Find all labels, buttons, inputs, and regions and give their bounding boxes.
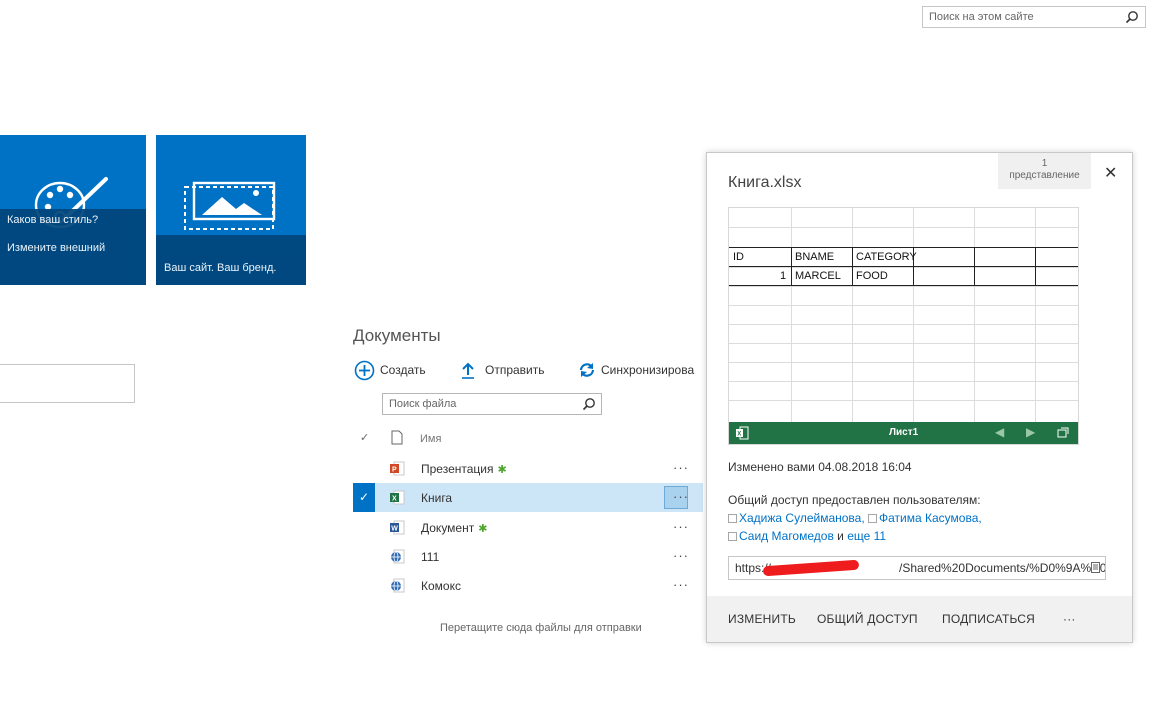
svg-text:X: X bbox=[737, 432, 741, 438]
tile-caption: Ваш сайт. Ваш бренд. bbox=[156, 235, 306, 285]
spreadsheet-grid bbox=[729, 208, 1078, 424]
tile-change-look[interactable]: Каков ваш стиль? Измените внешний bbox=[0, 135, 146, 285]
create-label: Создать bbox=[380, 363, 426, 377]
callout-file-name[interactable]: Книга.xlsx bbox=[728, 174, 801, 192]
file-callout: Книга.xlsx 1 представление ✕ ID BNAME CA… bbox=[706, 152, 1133, 643]
cell-header: ID bbox=[733, 251, 744, 263]
cell-header: CATEGORY bbox=[856, 251, 917, 263]
tile-brand[interactable]: Ваш сайт. Ваш бренд. bbox=[156, 135, 306, 285]
create-button[interactable]: Создать bbox=[354, 360, 426, 380]
search-icon[interactable] bbox=[1125, 10, 1139, 24]
cell-value: FOOD bbox=[856, 270, 888, 282]
file-menu-button[interactable]: ··· bbox=[673, 548, 689, 563]
shared-user[interactable]: Хадижа Сулейманова, bbox=[739, 511, 865, 525]
sheet-tab[interactable]: Лист1 bbox=[889, 427, 918, 438]
upload-button[interactable]: Отправить bbox=[460, 360, 545, 380]
callout-actions: ИЗМЕНИТЬ ОБЩИЙ ДОСТУП ПОДПИСАТЬСЯ ··· bbox=[707, 596, 1132, 642]
excel-file-icon: X bbox=[390, 490, 405, 505]
sheet-prev-icon[interactable]: ◀ bbox=[995, 425, 1004, 439]
file-name[interactable]: Презентация bbox=[421, 462, 494, 476]
cell-header: BNAME bbox=[795, 251, 835, 263]
redaction-mark bbox=[762, 559, 860, 577]
sync-icon bbox=[579, 363, 595, 377]
and-text: и bbox=[837, 529, 844, 543]
site-search-box[interactable] bbox=[922, 6, 1146, 28]
tile-line1: Каков ваш стиль? bbox=[7, 214, 99, 226]
file-name[interactable]: 111 bbox=[421, 550, 439, 564]
list-item-selected[interactable]: ✓ X Книга ··· bbox=[353, 483, 703, 512]
svg-text:P: P bbox=[392, 467, 397, 474]
upload-arrow-icon bbox=[462, 362, 474, 379]
close-icon[interactable]: ✕ bbox=[1104, 163, 1117, 183]
open-fullscreen-icon[interactable] bbox=[1057, 427, 1069, 438]
sheet-next-icon[interactable]: ▶ bbox=[1026, 425, 1035, 439]
sheet-tab-bar: X Лист1 ◀ ▶ bbox=[729, 422, 1078, 444]
document-type-icon bbox=[391, 430, 403, 445]
share-action[interactable]: ОБЩИЙ ДОСТУП bbox=[817, 612, 918, 626]
cell-value: MARCEL bbox=[795, 270, 841, 282]
link-file-icon bbox=[391, 578, 405, 593]
presence-icon bbox=[728, 532, 737, 541]
list-item[interactable]: Комокс ··· bbox=[353, 571, 703, 600]
shared-user[interactable]: Саид Магомедов bbox=[739, 529, 834, 543]
file-url-field[interactable]: https:///Shared%20Documents/%D0%9A%D0%% bbox=[728, 556, 1106, 580]
views-counter: 1 представление bbox=[998, 153, 1091, 189]
file-menu-button[interactable]: ··· bbox=[673, 460, 689, 475]
file-name[interactable]: Книга bbox=[421, 491, 452, 505]
input-box[interactable] bbox=[0, 364, 135, 403]
search-icon[interactable] bbox=[582, 397, 596, 411]
file-search-box[interactable] bbox=[382, 393, 602, 415]
file-menu-button[interactable]: ··· bbox=[673, 519, 689, 534]
list-item[interactable]: P Презентация ✱ ··· bbox=[353, 454, 703, 483]
excel-preview[interactable]: ID BNAME CATEGORY 1 MARCEL FOOD X Лист1 … bbox=[728, 207, 1079, 445]
word-file-icon: W bbox=[390, 520, 405, 535]
sync-button[interactable]: Синхронизирова bbox=[578, 360, 705, 380]
site-search-input[interactable] bbox=[923, 7, 1113, 27]
shared-with: Общий доступ предоставлен пользователям:… bbox=[728, 491, 982, 545]
tile-caption: Каков ваш стиль? Измените внешний bbox=[0, 209, 146, 285]
row-checkmark-icon[interactable]: ✓ bbox=[353, 483, 375, 512]
documents-title[interactable]: Документы bbox=[353, 326, 441, 346]
list-item[interactable]: W Документ ✱ ··· bbox=[353, 513, 703, 542]
presence-icon bbox=[728, 514, 737, 523]
powerpoint-file-icon: P bbox=[390, 461, 405, 476]
new-marker-icon: ✱ bbox=[497, 464, 507, 476]
link-file-icon bbox=[391, 549, 405, 564]
excel-icon: X bbox=[736, 426, 749, 440]
tile-line2: Измените внешний bbox=[7, 242, 106, 254]
picture-icon bbox=[184, 181, 276, 230]
select-all-check[interactable]: ✓ bbox=[360, 431, 369, 444]
svg-text:W: W bbox=[391, 526, 398, 533]
file-name[interactable]: Комокс bbox=[421, 579, 461, 593]
follow-action[interactable]: ПОДПИСАТЬСЯ bbox=[942, 612, 1035, 626]
upload-label: Отправить bbox=[485, 363, 545, 377]
more-users-link[interactable]: еще 11 bbox=[847, 529, 886, 543]
new-marker-icon: ✱ bbox=[478, 523, 488, 535]
copy-icon[interactable] bbox=[1091, 562, 1100, 573]
file-menu-button[interactable]: ··· bbox=[673, 577, 689, 592]
views-count: 1 bbox=[1041, 158, 1048, 169]
more-actions-button[interactable]: ··· bbox=[1063, 612, 1076, 626]
presence-icon bbox=[868, 514, 878, 523]
file-menu-button[interactable]: ··· bbox=[673, 489, 689, 504]
shared-label: Общий доступ предоставлен пользователям: bbox=[728, 493, 981, 507]
drop-hint: Перетащите сюда файлы для отправки bbox=[440, 622, 642, 634]
file-name[interactable]: Документ bbox=[421, 521, 474, 535]
url-suffix: /Shared%20Documents/%D0%9A%D0%% bbox=[899, 561, 1106, 575]
plus-circle-icon bbox=[354, 360, 375, 380]
shared-user[interactable]: Фатима Касумова, bbox=[879, 511, 982, 525]
column-name-header[interactable]: Имя bbox=[420, 433, 441, 445]
cell-value: 1 bbox=[780, 270, 787, 282]
tile-line1: Ваш сайт. Ваш бренд. bbox=[164, 262, 277, 274]
file-search-input[interactable] bbox=[383, 394, 573, 414]
sync-label: Синхронизирова bbox=[601, 363, 695, 377]
list-header: ✓ Имя bbox=[353, 427, 703, 449]
views-label: представление bbox=[1009, 170, 1080, 181]
svg-text:X: X bbox=[392, 496, 397, 503]
edit-action[interactable]: ИЗМЕНИТЬ bbox=[728, 612, 796, 626]
modified-info: Изменено вами 04.08.2018 16:04 bbox=[728, 460, 912, 474]
list-item[interactable]: 111 ··· bbox=[353, 542, 703, 571]
